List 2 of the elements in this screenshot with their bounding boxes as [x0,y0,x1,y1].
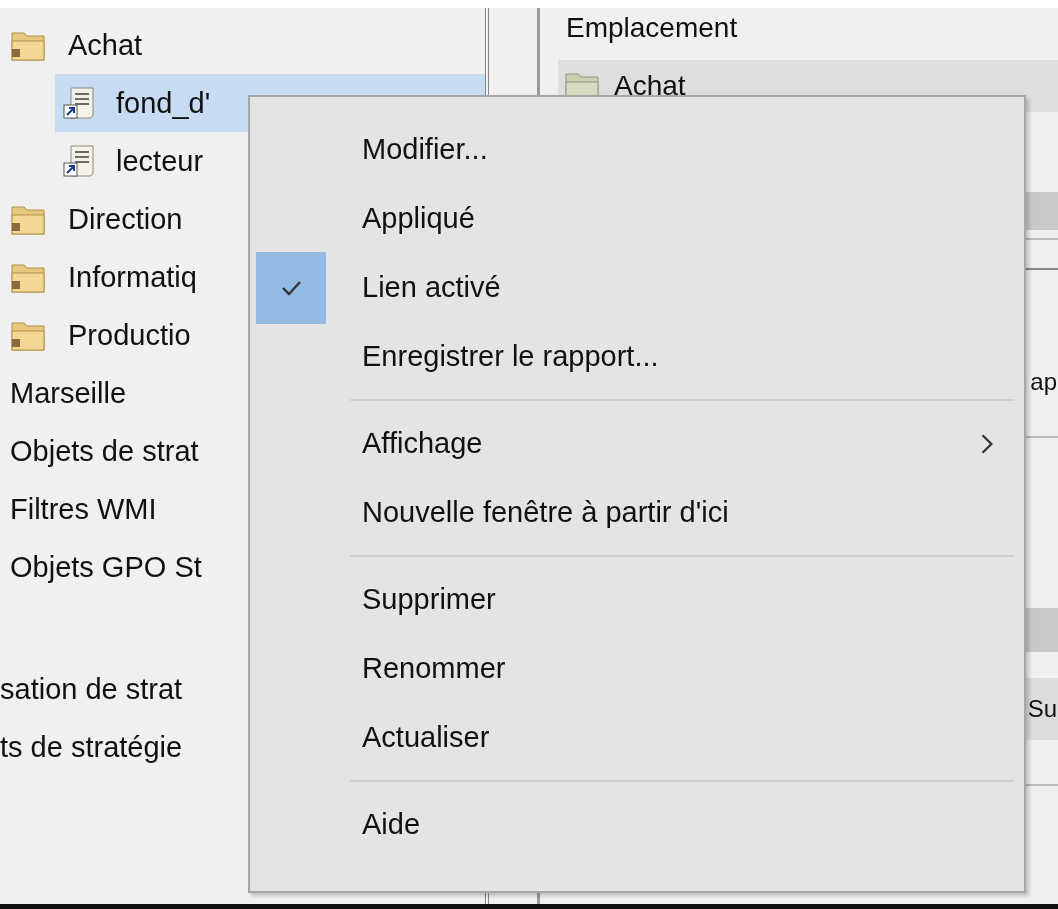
partial-text: Su [1027,695,1058,723]
partial-text: ap [1030,368,1058,397]
